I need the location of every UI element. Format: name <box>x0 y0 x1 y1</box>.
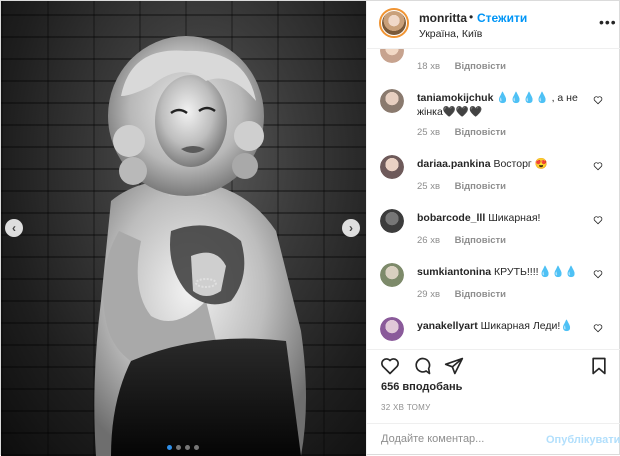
comment-avatar[interactable] <box>380 209 404 233</box>
comment-input[interactable] <box>381 433 541 445</box>
heart-icon[interactable] <box>380 356 400 376</box>
comment-meta: 18 хв Відповісти <box>417 61 518 72</box>
comment-meta: 26 хв Відповісти <box>417 235 518 246</box>
heart-icon[interactable] <box>593 323 603 333</box>
post-location[interactable]: Україна, Київ <box>419 28 482 40</box>
comment-meta: 29 хв Відповісти <box>417 289 518 300</box>
comment-bubble-icon[interactable] <box>412 356 432 376</box>
follow-separator: • <box>469 10 474 24</box>
owner-username[interactable]: monritta <box>419 11 467 25</box>
comment-avatar[interactable] <box>380 263 404 287</box>
comment-time: 25 хв <box>417 127 441 138</box>
comment-body: Восторг 😍 <box>493 158 548 170</box>
comment-text: dariaa.pankina Восторг 😍 <box>417 157 593 171</box>
comment-text: bobarcode_lll Шикарная! <box>417 211 593 225</box>
comment-time: 29 хв <box>417 289 441 300</box>
next-slide-button[interactable]: › <box>342 219 360 237</box>
slide-dot-4 <box>194 445 199 450</box>
comment-body: Шикарная Леди!💧 <box>480 320 574 332</box>
paper-plane-icon[interactable] <box>444 356 464 376</box>
post-actions <box>367 349 620 379</box>
reply-button[interactable]: Відповісти <box>455 61 506 72</box>
heart-icon[interactable] <box>593 161 603 171</box>
bookmark-icon[interactable] <box>589 356 609 376</box>
post-time[interactable]: 32 хв тому <box>381 403 431 412</box>
previous-slide-button[interactable]: ‹ <box>5 219 23 237</box>
slide-dot-2 <box>176 445 181 450</box>
comment-time: 25 хв <box>417 181 441 192</box>
comment-username[interactable]: dariaa.pankina <box>417 158 491 170</box>
chevron-left-icon: ‹ <box>12 221 16 235</box>
comment-username[interactable]: taniamokijchuk <box>417 92 493 104</box>
reply-button[interactable]: Відповісти <box>455 181 506 192</box>
reply-button[interactable]: Відповісти <box>455 127 506 138</box>
comment-time: 26 хв <box>417 235 441 246</box>
comment-text: taniamokijchuk 💧💧💧💧 , а не жінка🖤🖤🖤 <box>417 91 593 119</box>
comment-avatar[interactable] <box>380 89 404 113</box>
post-comment-button[interactable]: Опублікувати <box>546 434 620 446</box>
instagram-post: ‹ › monritta • Стежити Україна, Київ ••• <box>0 0 620 456</box>
comment-avatar[interactable] <box>380 49 404 63</box>
likes-count[interactable]: 656 вподобань <box>381 381 462 393</box>
post-photo[interactable]: ‹ › <box>1 1 366 456</box>
comment-username[interactable]: sumkiantonina <box>417 266 491 278</box>
follow-button[interactable]: Стежити <box>477 11 527 25</box>
slide-dot-1 <box>167 445 172 450</box>
portrait-photo <box>94 36 306 456</box>
post-header: monritta • Стежити Україна, Київ ••• <box>367 1 620 49</box>
slide-dot-3 <box>185 445 190 450</box>
comment-time: 18 хв <box>417 61 441 72</box>
comments-list: 18 хв Відповісти taniamokijchuk 💧💧💧💧 , а… <box>367 49 620 349</box>
comment-body: Шикарная! <box>488 212 541 224</box>
heart-icon[interactable] <box>593 215 603 225</box>
comment-username[interactable]: bobarcode_lll <box>417 212 485 224</box>
post-side-panel: monritta • Стежити Україна, Київ ••• 18 … <box>366 1 620 456</box>
comment-text: yanakellyart Шикарная Леди!💧 <box>417 319 593 333</box>
heart-icon[interactable] <box>593 269 603 279</box>
owner-avatar[interactable] <box>379 8 409 38</box>
comment-avatar[interactable] <box>380 317 404 341</box>
reply-button[interactable]: Відповісти <box>455 235 506 246</box>
comment-avatar[interactable] <box>380 155 404 179</box>
comment-meta: 25 хв Відповісти <box>417 181 518 192</box>
reply-button[interactable]: Відповісти <box>455 289 506 300</box>
comment-text: sumkiantonina КРУТЬ!!!!💧💧💧 <box>417 265 593 279</box>
add-comment-bar: Опублікувати <box>367 423 620 456</box>
comment-username[interactable]: yanakellyart <box>417 320 478 332</box>
chevron-right-icon: › <box>349 221 353 235</box>
slide-indicator <box>167 445 199 450</box>
comment-meta: 25 хв Відповісти <box>417 127 518 138</box>
heart-icon[interactable] <box>593 95 603 105</box>
comment-body: КРУТЬ!!!!💧💧💧 <box>494 266 578 278</box>
more-options-icon[interactable]: ••• <box>599 14 617 30</box>
